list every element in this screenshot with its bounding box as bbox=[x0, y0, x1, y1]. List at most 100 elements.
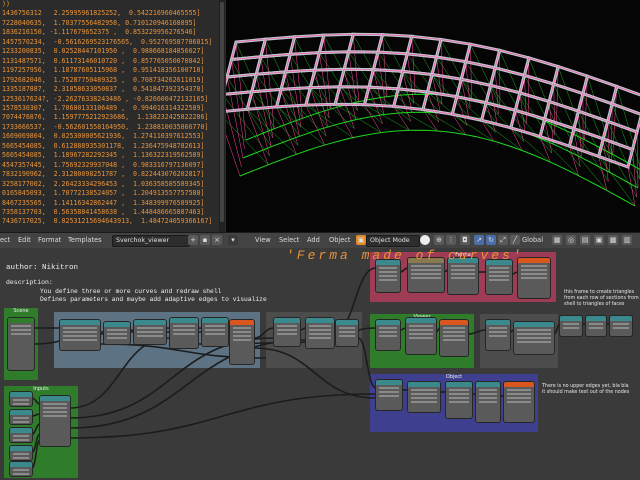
node-header[interactable] bbox=[560, 316, 582, 321]
graph-node[interactable] bbox=[10, 428, 32, 442]
graph-node[interactable] bbox=[10, 392, 32, 406]
graph-node[interactable] bbox=[10, 446, 32, 460]
graph-node[interactable] bbox=[408, 258, 444, 292]
3d-viewport[interactable] bbox=[226, 0, 640, 232]
graph-node[interactable] bbox=[586, 316, 606, 336]
menu-item-select[interactable]: Select bbox=[279, 235, 299, 245]
graph-node[interactable] bbox=[514, 322, 554, 354]
orientation-icon[interactable]: ╱ bbox=[510, 235, 520, 245]
node-header[interactable] bbox=[10, 392, 32, 397]
node-header[interactable] bbox=[10, 462, 32, 467]
graph-node[interactable] bbox=[336, 320, 358, 346]
node-header[interactable] bbox=[10, 410, 32, 415]
node-socket-row bbox=[379, 279, 397, 281]
node-header[interactable] bbox=[406, 318, 436, 323]
graph-node[interactable] bbox=[274, 318, 300, 346]
graph-node[interactable] bbox=[202, 318, 228, 346]
rotate-manipulator-icon[interactable]: ↻ bbox=[486, 235, 496, 245]
camera-icon[interactable]: ◘ bbox=[460, 235, 470, 245]
node-header[interactable] bbox=[134, 320, 166, 325]
graph-node[interactable] bbox=[10, 410, 32, 424]
menu-item-view[interactable]: View bbox=[255, 235, 271, 245]
node-header[interactable] bbox=[376, 380, 402, 385]
snap-icon[interactable]: ⋮ bbox=[446, 235, 456, 245]
node-header[interactable] bbox=[376, 320, 400, 325]
graph-node[interactable] bbox=[376, 380, 402, 410]
node-header[interactable] bbox=[60, 320, 100, 325]
menu-item-format[interactable]: Format bbox=[38, 235, 61, 245]
menu-item-ect[interactable]: ect bbox=[0, 235, 10, 245]
graph-node[interactable] bbox=[440, 320, 468, 356]
plus-icon[interactable]: + bbox=[188, 235, 198, 245]
graph-node[interactable] bbox=[448, 258, 478, 294]
sphere-shading-icon[interactable] bbox=[420, 235, 430, 245]
graph-node[interactable] bbox=[476, 382, 500, 422]
graph-node[interactable] bbox=[446, 382, 472, 418]
text-editor-scrollbar[interactable] bbox=[219, 0, 225, 232]
node-header[interactable] bbox=[514, 322, 554, 327]
graph-node[interactable] bbox=[408, 382, 440, 412]
node-header[interactable] bbox=[104, 322, 130, 327]
folder-icon[interactable]: ▪ bbox=[200, 235, 210, 245]
graph-node[interactable] bbox=[486, 320, 510, 350]
node-tree-selector[interactable]: Sverchok_viewer bbox=[112, 235, 190, 247]
node-editor-canvas[interactable]: Scene Inputs Ferma Viewer Object 'Ferma made… bbox=[0, 248, 640, 480]
menu-item-object[interactable]: Object bbox=[329, 235, 350, 245]
node-header[interactable] bbox=[504, 382, 534, 387]
graph-node[interactable] bbox=[230, 320, 254, 364]
graph-node[interactable] bbox=[504, 382, 534, 422]
overlay-icon[interactable]: ▥ bbox=[622, 235, 632, 245]
node-header[interactable] bbox=[306, 318, 334, 323]
graph-node[interactable] bbox=[10, 462, 32, 476]
node-header[interactable] bbox=[446, 382, 472, 387]
text-editor-pane[interactable]: )) 1436756312 2.25995961825252, 0.5422169… bbox=[0, 0, 227, 232]
text-editor-content[interactable]: )) 1436756312 2.25995961825252, 0.5422169… bbox=[0, 0, 226, 227]
node-header[interactable] bbox=[610, 316, 632, 321]
graph-node[interactable] bbox=[376, 260, 400, 292]
lock-icon[interactable]: ▣ bbox=[594, 235, 604, 245]
node-header[interactable] bbox=[40, 396, 70, 401]
node-header[interactable] bbox=[476, 382, 500, 387]
proportional-edit-icon[interactable]: ◎ bbox=[566, 235, 576, 245]
node-socket-row bbox=[411, 393, 437, 395]
node-header[interactable] bbox=[10, 428, 32, 433]
menu-item-edit[interactable]: Edit bbox=[18, 235, 31, 245]
graph-node[interactable] bbox=[104, 322, 130, 344]
node-header[interactable] bbox=[170, 318, 198, 323]
node-header[interactable] bbox=[440, 320, 468, 325]
transform-orientation-dropdown[interactable]: Global bbox=[522, 235, 543, 245]
node-header[interactable] bbox=[486, 320, 510, 325]
graph-node[interactable] bbox=[406, 318, 436, 354]
scale-manipulator-icon[interactable]: ⤢ bbox=[498, 235, 508, 245]
layers-icon[interactable]: ▦ bbox=[552, 235, 562, 245]
pivot-icon[interactable]: ⊕ bbox=[434, 235, 444, 245]
editor-type-icon[interactable]: ▾ bbox=[228, 235, 238, 245]
graph-node[interactable] bbox=[376, 320, 400, 350]
node-header[interactable] bbox=[408, 382, 440, 387]
graph-node[interactable] bbox=[170, 318, 198, 348]
graph-node[interactable] bbox=[560, 316, 582, 336]
graph-node[interactable] bbox=[8, 318, 34, 370]
graph-node[interactable] bbox=[60, 320, 100, 350]
node-header[interactable] bbox=[586, 316, 606, 321]
graph-node[interactable] bbox=[306, 318, 334, 348]
menu-item-templates[interactable]: Templates bbox=[68, 235, 102, 245]
translate-manipulator-icon[interactable]: ↗ bbox=[474, 235, 484, 245]
render-icon[interactable]: ▩ bbox=[608, 235, 618, 245]
node-header[interactable] bbox=[336, 320, 358, 325]
node-header[interactable] bbox=[10, 446, 32, 451]
node-header[interactable] bbox=[8, 318, 34, 323]
node-header[interactable] bbox=[274, 318, 300, 323]
graph-node[interactable] bbox=[486, 260, 512, 294]
grid-icon[interactable]: ▤ bbox=[580, 235, 590, 245]
close-icon[interactable]: × bbox=[212, 235, 222, 245]
mode-dropdown[interactable]: Object Mode bbox=[366, 235, 420, 247]
graph-node[interactable] bbox=[134, 320, 166, 344]
node-header[interactable] bbox=[202, 318, 228, 323]
graph-node[interactable] bbox=[40, 396, 70, 446]
graph-node[interactable] bbox=[610, 316, 632, 336]
node-header[interactable] bbox=[230, 320, 254, 325]
scrollbar-thumb[interactable] bbox=[220, 2, 224, 222]
menu-item-add[interactable]: Add bbox=[307, 235, 320, 245]
graph-node[interactable] bbox=[518, 258, 550, 298]
